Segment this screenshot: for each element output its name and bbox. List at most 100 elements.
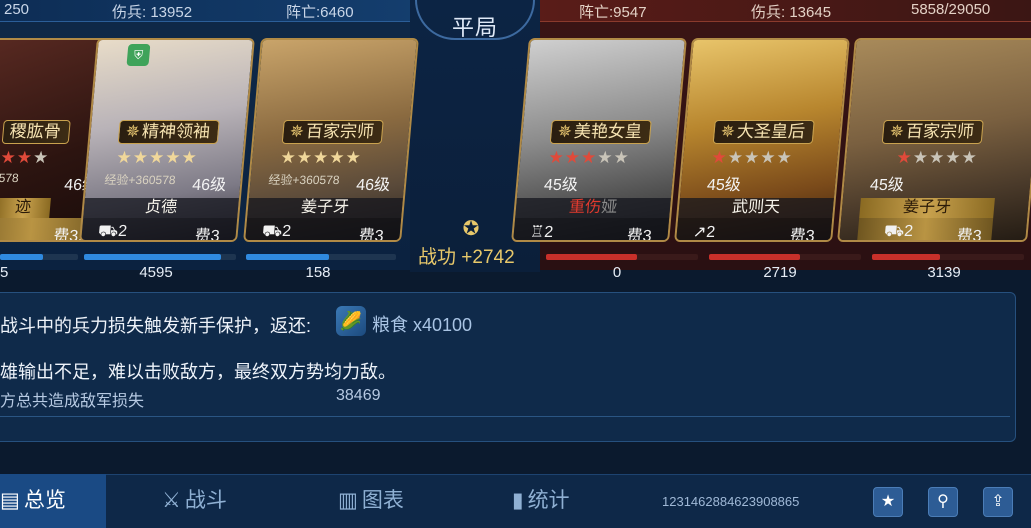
hero-title: 稷肱骨	[8, 122, 62, 141]
hero-name: 贞德	[83, 198, 239, 218]
share-button[interactable]: ⇪	[983, 487, 1013, 517]
grain-icon[interactable]: 🌽	[336, 306, 366, 336]
left-stat-wounded: 伤兵: 13952	[112, 4, 193, 21]
favorite-button[interactable]: ★	[873, 487, 903, 517]
troop-type-icon: ⛟	[97, 223, 119, 240]
right-stat-wounded: 伤兵: 13645	[751, 4, 832, 21]
hero-name: 姜子牙	[247, 198, 403, 218]
right-hero-card-2[interactable]: ✵大圣皇后 ★★★★★ 45级 武则天 ↗2 费3	[674, 38, 850, 242]
hero-status-wounded: 重伤	[568, 199, 602, 216]
divider	[0, 416, 1010, 417]
hero-title: 百家宗师	[905, 122, 975, 141]
location-button[interactable]: ⚲	[928, 487, 958, 517]
hero-title-tag: ✵百家宗师	[281, 120, 384, 144]
hp-fill	[546, 254, 638, 260]
hp-fill	[872, 254, 941, 260]
hero-title: 精神领袖	[141, 122, 211, 141]
hero-level: 45级	[869, 177, 905, 194]
hero-title: 大圣皇后	[736, 122, 806, 141]
right-hero-card-3[interactable]: ✵百家宗师 ★★★★★ 45级 姜子牙 ⛟2 费3	[837, 38, 1031, 242]
emblem-icon: ✵	[556, 122, 573, 141]
hero-troop: ⛟2	[97, 222, 128, 242]
location-pin-icon: ⚲	[937, 493, 949, 510]
protection-message: 战斗中的兵力损失触发新手保护，返还:	[0, 316, 311, 336]
hero-troop: ♖2	[529, 222, 554, 242]
hp-fill	[709, 254, 801, 260]
right-hp-value-1: 0	[612, 264, 622, 281]
hero-name: 重伤娅	[515, 198, 671, 218]
left-stat-count: 250	[4, 1, 30, 18]
star-icon: ★	[880, 493, 896, 510]
hero-cost: 费3	[357, 228, 385, 242]
damage-value: 38469	[336, 387, 381, 404]
right-stat-troops: 5858/29050	[911, 1, 991, 18]
hero-title-tag: 稷肱骨	[1, 120, 71, 144]
tab-overview-label: 总览	[23, 489, 66, 512]
left-hero-card-2[interactable]: ⛨ ✵精神领袖 ★★★★★ 经验+360578 46级 贞德 ⛟2 费3	[79, 38, 255, 242]
battle-result: 平局	[451, 15, 498, 40]
left-hp-value-1: 35	[0, 264, 9, 281]
tab-chart[interactable]: ▥ 图表	[338, 474, 404, 528]
hero-troop: ⛟2	[883, 222, 914, 242]
hero-title-tag: ✵百家宗师	[881, 120, 984, 144]
left-hp-bar-2	[84, 254, 236, 260]
hero-level: 46级	[355, 177, 391, 194]
hero-exp: 经验+360578	[103, 173, 177, 187]
damage-label: 方总共造成敌军损失	[0, 393, 145, 410]
hero-name: 迹	[0, 198, 51, 218]
hero-stars: ★★★★★	[547, 148, 631, 167]
tab-chart-label: 图表	[361, 489, 404, 512]
right-stat-killed: 阵亡:9547	[579, 4, 647, 21]
right-hp-bar-2	[709, 254, 861, 260]
troop-count: 2	[117, 223, 128, 240]
right-hp-bar-3	[872, 254, 1024, 260]
hp-fill	[246, 254, 329, 260]
crossed-swords-icon: ⚔	[162, 489, 181, 512]
hero-exp: 578	[0, 171, 20, 185]
overview-icon: ▤	[0, 489, 20, 512]
emblem-icon: ✵	[288, 122, 305, 141]
hero-cost: 费3	[955, 228, 983, 242]
hero-title-tag: ✵大圣皇后	[712, 120, 815, 144]
right-stats-bar: 阵亡:9547 伤兵: 13645 5858/29050	[535, 0, 1031, 22]
right-hero-card-1[interactable]: ✵美艳女皇 ★★★★★ 45级 重伤娅 ♖2 费3	[511, 38, 687, 242]
troop-count: 2	[705, 224, 716, 241]
left-stat-killed: 阵亡:6460	[286, 4, 354, 21]
troop-type-icon: ⛟	[261, 223, 283, 240]
merit-icon: ✪	[462, 218, 480, 240]
left-hp-value-3: 158	[305, 264, 331, 281]
hero-title: 百家宗师	[305, 122, 375, 141]
emblem-icon: ✵	[888, 122, 905, 141]
hero-stars: ★★★	[0, 148, 51, 167]
tab-battle-label: 战斗	[184, 489, 227, 512]
hero-title: 美艳女皇	[573, 122, 643, 141]
merit-value: 战功 +2742	[418, 247, 515, 268]
hero-cost: 费3	[193, 228, 221, 242]
right-hp-value-3: 3139	[927, 264, 961, 281]
left-hp-bar-3	[246, 254, 396, 260]
left-hero-card-3[interactable]: ✵百家宗师 ★★★★★ 经验+360578 46级 姜子牙 ⛟2 费3	[243, 38, 419, 242]
hero-stars: ★★★★★	[279, 148, 363, 167]
hero-exp: 经验+360578	[267, 173, 341, 187]
hero-name: 武则天	[678, 198, 834, 218]
grain-refund: 粮食 x40100	[372, 315, 473, 335]
emblem-icon: ✵	[719, 122, 736, 141]
troop-type-icon: ⛟	[883, 223, 905, 240]
hero-troop: ↗2	[692, 222, 716, 242]
bar-chart-icon: ▮	[512, 489, 524, 512]
hp-fill	[0, 254, 43, 260]
tab-stats-label: 统计	[527, 489, 570, 512]
hero-level: 46级	[191, 177, 227, 194]
tab-overview[interactable]: ▤ 总览	[0, 474, 106, 528]
hero-stars: ★★★★★	[115, 148, 199, 167]
hero-level: 45级	[543, 177, 579, 194]
emblem-icon: ✵	[124, 122, 141, 141]
tab-stats[interactable]: ▮ 统计	[512, 474, 570, 528]
right-hp-bar-1	[546, 254, 698, 260]
hero-title-tag: ✵精神领袖	[117, 120, 220, 144]
tab-battle[interactable]: ⚔ 战斗	[162, 474, 227, 528]
share-icon: ⇪	[991, 493, 1005, 510]
right-hp-value-2: 2719	[763, 264, 797, 281]
hp-fill	[84, 254, 221, 260]
battle-summary: 雄输出不足，难以击败敌方，最终双方势均力敌。	[0, 362, 396, 382]
